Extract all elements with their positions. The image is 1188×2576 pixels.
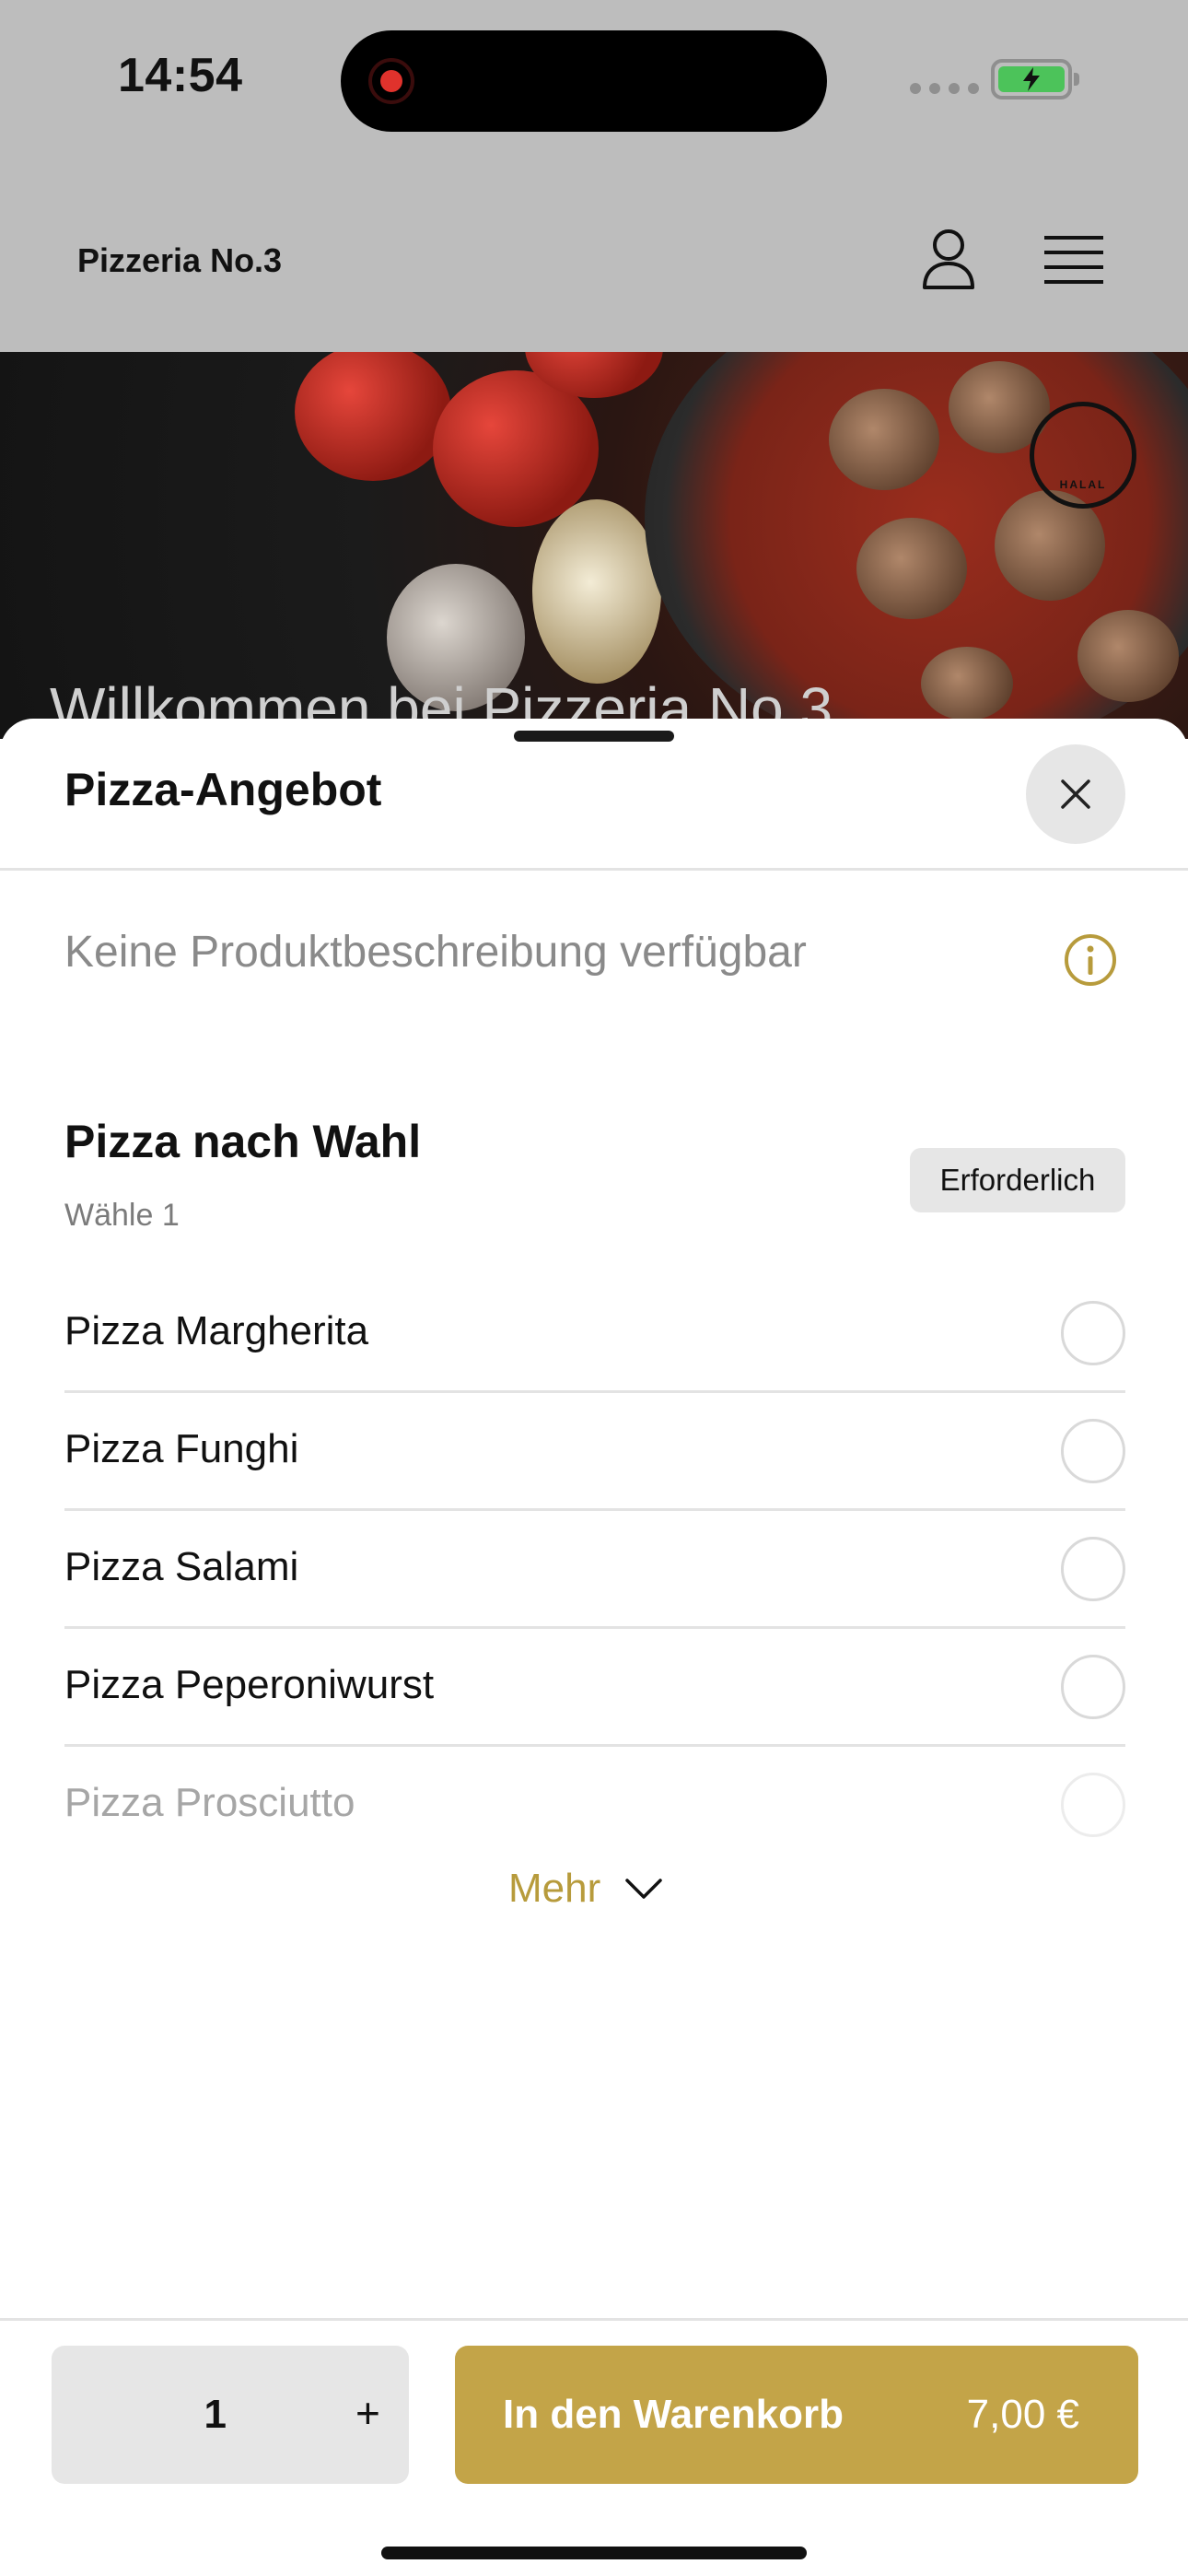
quantity-value: 1 [204, 2392, 227, 2437]
price-label: 7,00 € [966, 2392, 1079, 2437]
option-item[interactable]: Pizza Salami [64, 1511, 1125, 1629]
signal-icon [910, 83, 979, 94]
close-button[interactable] [1026, 744, 1125, 844]
required-badge: Erforderlich [910, 1148, 1125, 1212]
option-group-title: Pizza nach Wahl [64, 1116, 422, 1167]
option-item[interactable]: Pizza Funghi [64, 1393, 1125, 1511]
tomato-image [295, 352, 451, 481]
add-to-cart-button[interactable]: In den Warenkorb 7,00 € [455, 2346, 1138, 2484]
show-more-label: Mehr [508, 1866, 601, 1911]
option-label: Pizza Funghi [64, 1426, 299, 1471]
product-sheet: Pizza-Angebot Keine Produktbeschreibung … [0, 719, 1188, 2576]
dynamic-island [341, 30, 827, 132]
option-radio[interactable] [1061, 1301, 1125, 1365]
menu-icon[interactable] [1044, 234, 1103, 286]
app-bar: Pizzeria No.3 [0, 166, 1188, 352]
option-item[interactable]: Pizza Margherita [64, 1275, 1125, 1393]
option-radio[interactable] [1061, 1537, 1125, 1601]
option-label: Pizza Peperoniwurst [64, 1662, 435, 1707]
status-time: 14:54 [118, 49, 243, 102]
info-icon[interactable] [1063, 932, 1118, 988]
close-icon [1061, 779, 1090, 809]
recording-icon [368, 58, 414, 104]
option-group-subtitle: Wähle 1 [64, 1198, 180, 1233]
show-more-button[interactable]: Mehr [508, 1861, 663, 1916]
hero-banner: HALAL Willkommen bei Pizzeria No.3 [0, 352, 1188, 739]
option-item[interactable]: Pizza Prosciutto [64, 1747, 1125, 1865]
status-bar: 14:54 [0, 0, 1188, 166]
user-icon[interactable] [919, 227, 978, 293]
option-label: Pizza Salami [64, 1544, 299, 1589]
quantity-plus-button[interactable]: + [355, 2388, 380, 2438]
option-list: Pizza Margherita Pizza Funghi Pizza Sala… [64, 1275, 1125, 1865]
brand-title[interactable]: Pizzeria No.3 [77, 241, 282, 280]
battery-charging-icon [991, 59, 1079, 100]
option-radio[interactable] [1061, 1419, 1125, 1483]
sheet-divider [0, 868, 1188, 871]
option-label: Pizza Margherita [64, 1308, 369, 1353]
option-item[interactable]: Pizza Peperoniwurst [64, 1629, 1125, 1747]
option-radio[interactable] [1061, 1655, 1125, 1719]
halal-badge-icon: HALAL [1030, 402, 1136, 509]
sheet-title: Pizza-Angebot [64, 764, 382, 815]
option-label: Pizza Prosciutto [64, 1780, 355, 1825]
option-radio[interactable] [1061, 1773, 1125, 1837]
onion-image [532, 499, 661, 684]
chevron-down-icon [625, 1879, 662, 1899]
home-indicator[interactable] [381, 2547, 807, 2559]
product-description: Keine Produktbeschreibung verfügbar [64, 928, 807, 977]
sheet-grabber[interactable] [514, 731, 674, 742]
footer-divider [0, 2318, 1188, 2321]
quantity-stepper: 1 + [52, 2346, 409, 2484]
add-to-cart-label: In den Warenkorb [503, 2392, 844, 2437]
